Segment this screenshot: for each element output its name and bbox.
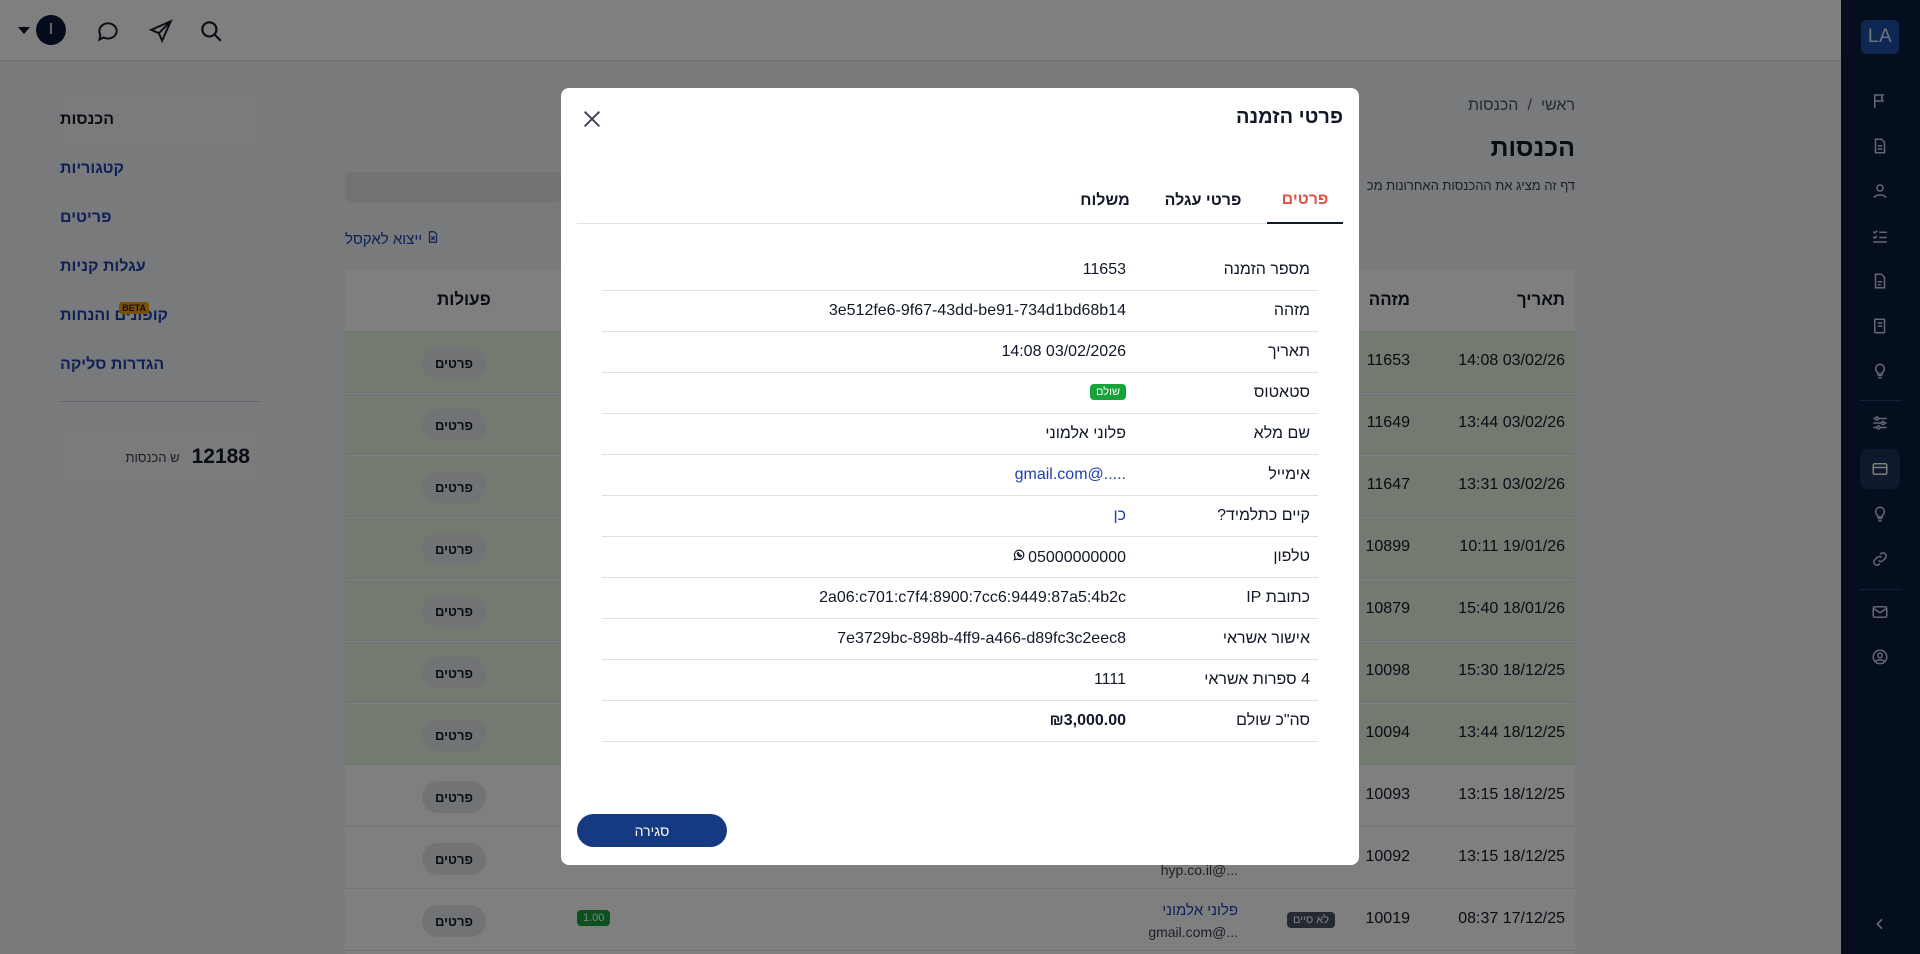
details-list: מספר הזמנה 11653 מזהה 3e512fe6-9f67-43dd… [602, 250, 1318, 742]
tab-shipping[interactable]: משלוח [1065, 178, 1145, 224]
detail-row-total-paid: סה"כ שולם ₪3,000.00 [602, 701, 1318, 742]
detail-label: טלפון [1273, 548, 1310, 565]
detail-value: 11653 [1082, 261, 1126, 278]
close-icon[interactable] [580, 107, 604, 131]
modal-title: פרטי הזמנה [1236, 106, 1343, 128]
status-badge: שולם [1090, 384, 1126, 400]
detail-row-existing-student: קיים כתלמיד? כן [602, 496, 1318, 537]
detail-value: 3e512fe6-9f67-43dd-be91-734d1bd68b14 [828, 302, 1126, 319]
detail-row-credit-approval: אישור אשראי 7e3729bc-898b-4ff9-a466-d89f… [602, 619, 1318, 660]
detail-row-phone: טלפון 05000000000 [602, 537, 1318, 578]
whatsapp-icon[interactable] [1012, 548, 1026, 567]
detail-label: מספר הזמנה [1223, 261, 1310, 278]
phone-value[interactable]: 05000000000 [1012, 548, 1126, 567]
detail-label: מזהה [1273, 302, 1310, 319]
detail-label: שם מלא [1253, 425, 1310, 442]
email-link[interactable]: gmail.com@..... [1015, 466, 1126, 484]
detail-row-date: תאריך 14:08 03/02/2026 [602, 332, 1318, 373]
detail-value: פלוני אלמוני [1045, 425, 1126, 442]
detail-value: 14:08 03/02/2026 [1001, 343, 1126, 360]
detail-row-full-name: שם מלא פלוני אלמוני [602, 414, 1318, 455]
modal-tabs: פרטים פרטי עגלה משלוח [577, 178, 1343, 224]
detail-label: סטאטוס [1253, 384, 1310, 401]
tab-cart-details[interactable]: פרטי עגלה [1153, 178, 1253, 224]
order-details-modal: פרטי הזמנה פרטים פרטי עגלה משלוח מספר הז… [561, 88, 1359, 865]
phone-number: 05000000000 [1028, 548, 1126, 566]
detail-row-id: מזהה 3e512fe6-9f67-43dd-be91-734d1bd68b1… [602, 291, 1318, 332]
detail-value: 1111 [1093, 671, 1126, 688]
existing-student-link[interactable]: כן [1113, 507, 1126, 525]
detail-label: כתובת IP [1246, 589, 1310, 606]
detail-label: אישור אשראי [1222, 630, 1310, 647]
detail-row-order-number: מספר הזמנה 11653 [602, 250, 1318, 291]
close-button[interactable]: סגירה [577, 814, 727, 847]
detail-label: סה"כ שולם [1236, 712, 1310, 729]
detail-value: ₪3,000.00 [1049, 712, 1126, 729]
detail-row-email: אימייל gmail.com@..... [602, 455, 1318, 496]
detail-label: אימייל [1268, 466, 1310, 483]
detail-row-status: סטאטוס שולם [602, 373, 1318, 414]
detail-label: תאריך [1267, 343, 1310, 360]
detail-label: 4 ספרות אשראי [1204, 671, 1310, 688]
detail-value: 2a06:c701:c7f4:8900:7cc6:9449:87a5:4b2c [819, 589, 1126, 606]
detail-row-card-last4: 4 ספרות אשראי 1111 [602, 660, 1318, 701]
detail-row-ip: כתובת IP 2a06:c701:c7f4:8900:7cc6:9449:8… [602, 578, 1318, 619]
detail-value: 7e3729bc-898b-4ff9-a466-d89fc3c2eec8 [837, 630, 1126, 647]
tab-details[interactable]: פרטים [1267, 178, 1343, 224]
detail-label: קיים כתלמיד? [1217, 507, 1310, 524]
